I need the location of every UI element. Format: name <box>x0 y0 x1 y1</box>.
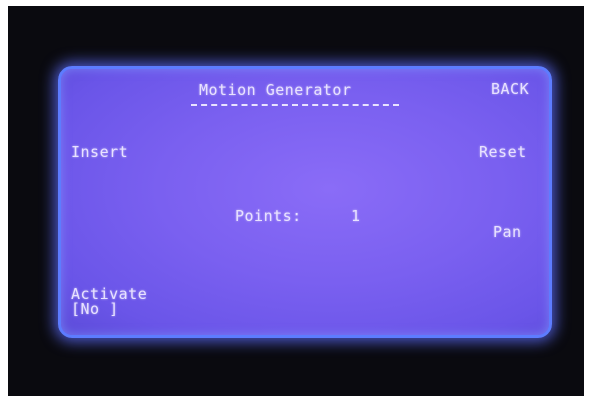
pan-button[interactable]: Pan <box>493 225 522 240</box>
reset-button[interactable]: Reset <box>479 145 527 160</box>
insert-button[interactable]: Insert <box>71 145 128 160</box>
title-underline <box>191 104 399 106</box>
back-button[interactable]: BACK <box>491 82 529 97</box>
page-title: Motion Generator <box>199 81 352 99</box>
activate-button[interactable]: Activate <box>71 287 147 302</box>
points-value: 1 <box>351 207 361 225</box>
points-label: Points: <box>235 207 302 225</box>
lcd-screen: Motion Generator BACK Insert Reset Point… <box>58 66 552 338</box>
activate-value: [No ] <box>71 300 119 318</box>
